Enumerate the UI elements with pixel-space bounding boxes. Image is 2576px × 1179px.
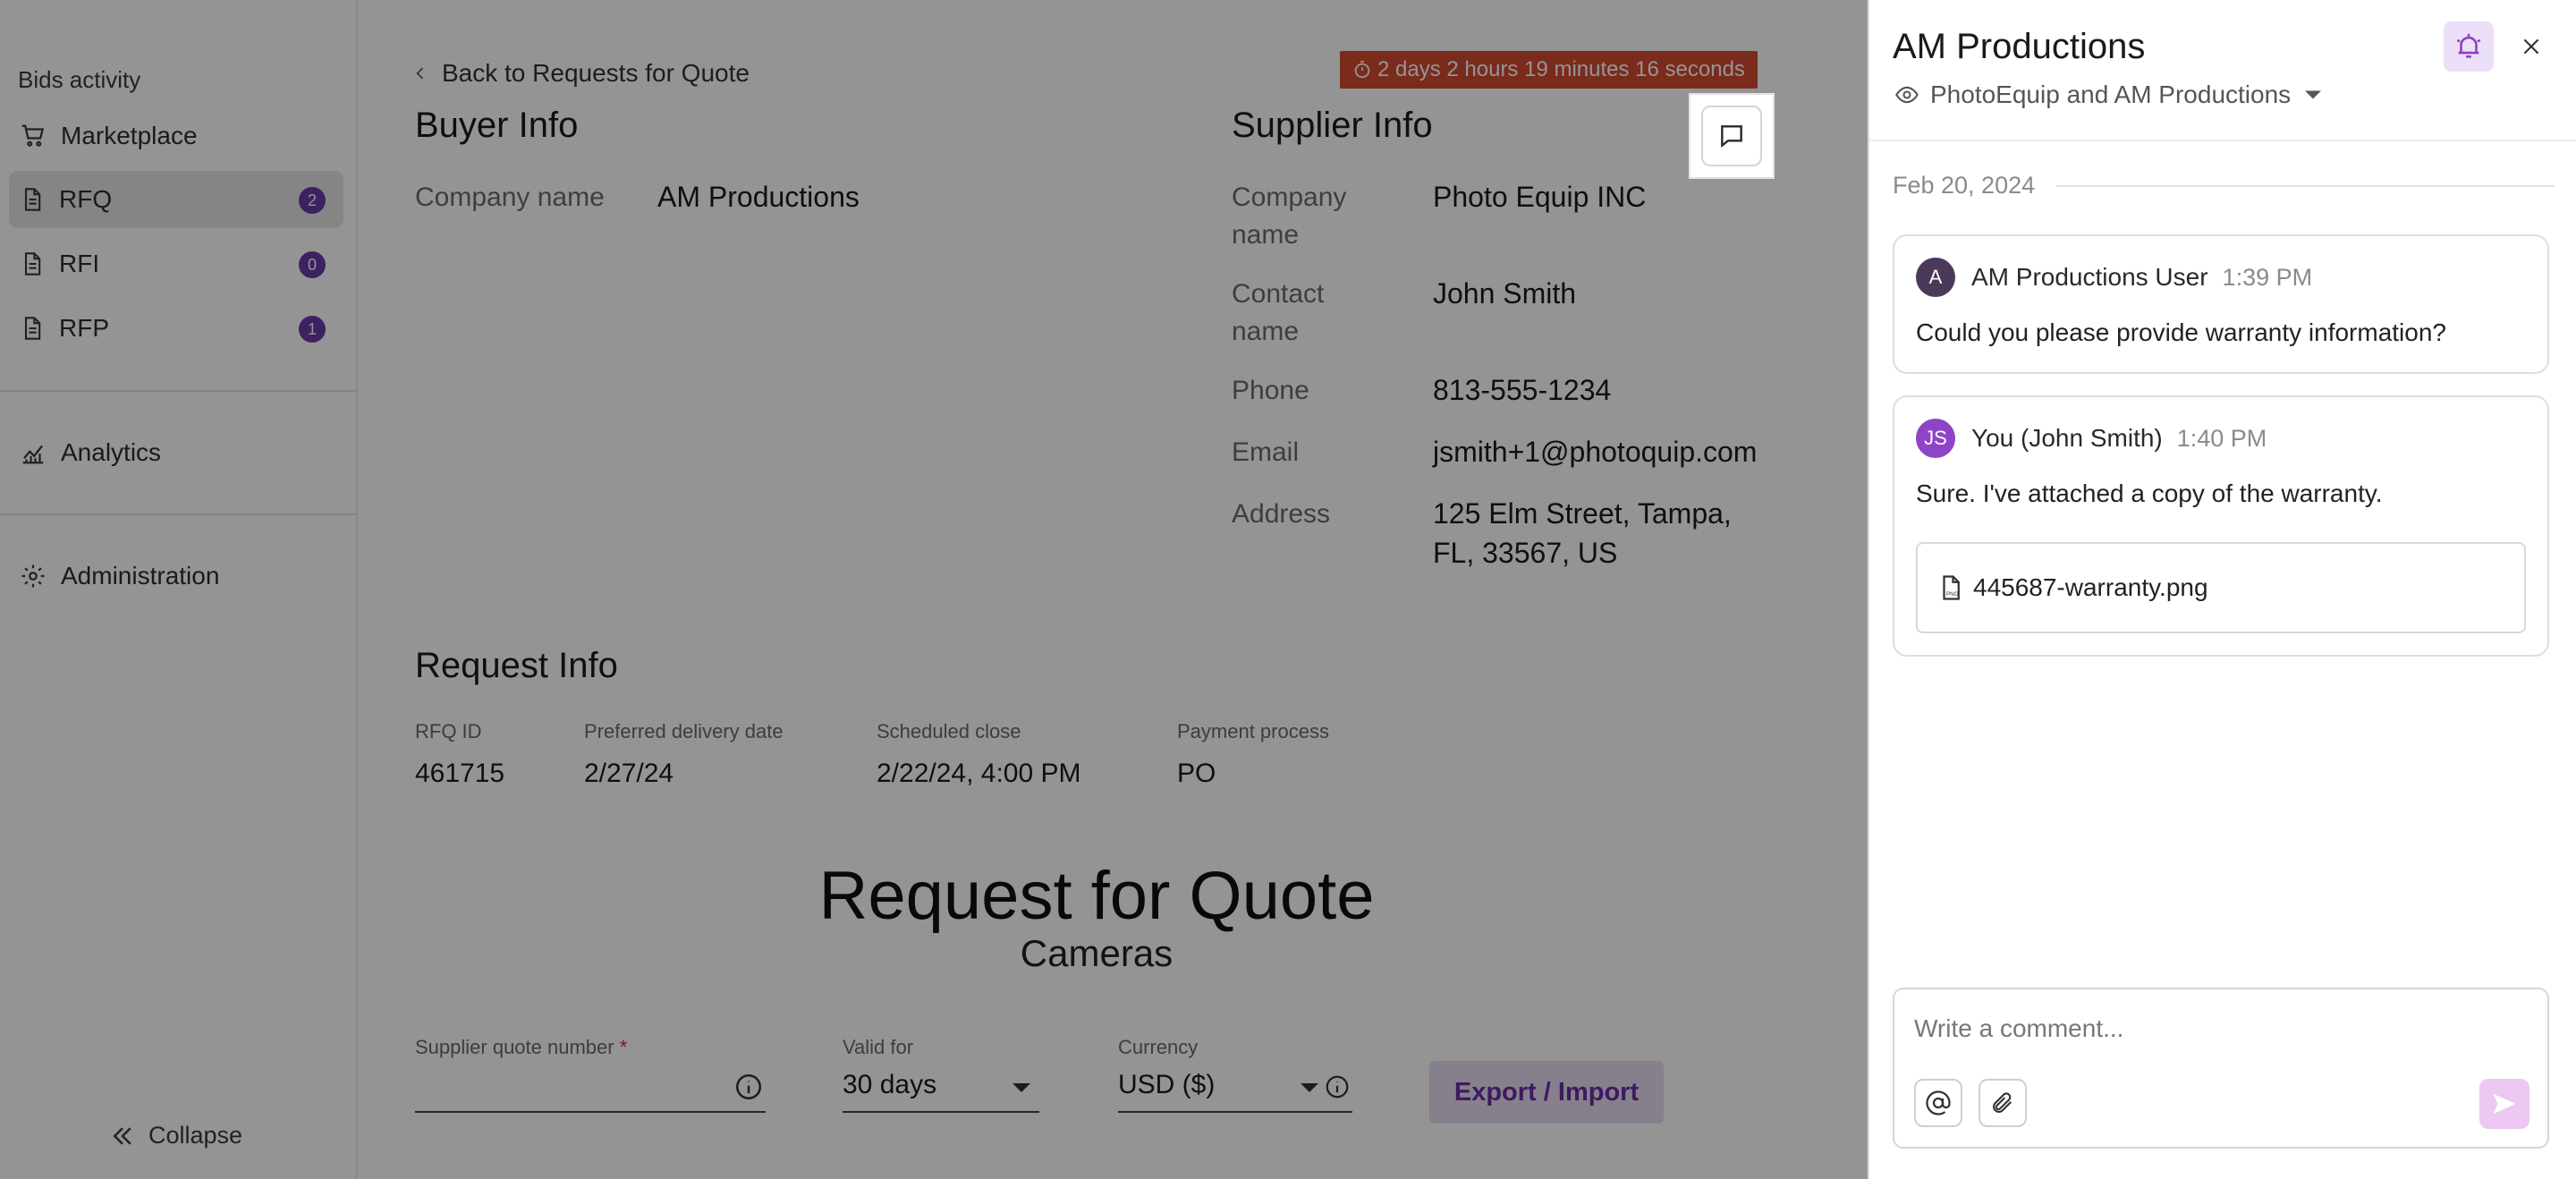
send-icon — [2493, 1093, 2516, 1115]
comment-input[interactable] — [1914, 1009, 2522, 1048]
mention-button[interactable] — [1914, 1079, 1962, 1127]
chevron-down-icon — [2305, 90, 2322, 99]
comment-text: Sure. I've attached a copy of the warran… — [1916, 479, 2383, 507]
open-comments-button-highlight[interactable] — [1689, 93, 1775, 179]
date-label: Feb 20, 2024 — [1893, 172, 2036, 199]
comment-author: You (John Smith) — [1971, 424, 2163, 452]
notification-bell-button[interactable] — [2444, 21, 2494, 72]
attach-button[interactable] — [1979, 1079, 2027, 1127]
svg-text:PNG: PNG — [1946, 591, 1959, 598]
participants-label: PhotoEquip and AM Productions — [1930, 81, 2292, 108]
avatar: JS — [1916, 419, 1955, 458]
close-icon — [2523, 38, 2539, 55]
comment-card: JS You (John Smith) 1:40 PM Sure. I've a… — [1893, 395, 2549, 657]
comment-composer — [1893, 988, 2549, 1149]
at-sign-icon — [1926, 1090, 1951, 1115]
attachment-name: 445687-warranty.png — [1973, 573, 2208, 601]
eye-icon — [1895, 86, 1919, 104]
comments-panel: AM Productions PhotoEquip and AM Product… — [1868, 0, 2576, 1179]
comment-header: JS You (John Smith) 1:40 PM — [1916, 419, 2267, 458]
modal-backdrop[interactable] — [0, 0, 1868, 1179]
panel-title: AM Productions — [1893, 27, 2146, 66]
comment-author: AM Productions User — [1971, 263, 2208, 291]
attachment-file[interactable]: PNG 445687-warranty.png — [1916, 542, 2526, 633]
comment-text: Could you please provide warranty inform… — [1916, 318, 2446, 346]
panel-divider — [1869, 140, 2576, 141]
png-file-icon: PNG — [1943, 575, 1960, 600]
date-line — [2056, 184, 2555, 187]
bell-ring-icon — [2456, 33, 2481, 58]
send-button[interactable] — [2479, 1079, 2529, 1129]
chat-button-frame — [1701, 106, 1762, 166]
avatar: A — [1916, 258, 1955, 297]
comment-card: A AM Productions User 1:39 PM Could you … — [1893, 234, 2549, 374]
comment-time: 1:39 PM — [2222, 263, 2313, 291]
paperclip-icon — [1993, 1092, 2012, 1113]
chat-bubble-icon — [1721, 125, 1742, 148]
comment-time: 1:40 PM — [2176, 424, 2267, 452]
participants-dropdown[interactable]: PhotoEquip and AM Productions — [1893, 81, 2332, 109]
date-separator: Feb 20, 2024 — [1893, 172, 2555, 199]
close-button[interactable] — [2512, 27, 2551, 66]
comment-header: A AM Productions User 1:39 PM — [1916, 258, 2312, 297]
